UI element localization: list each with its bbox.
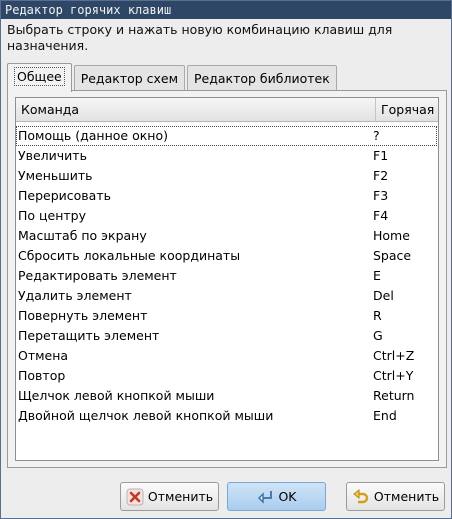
- hotkey-cell: F2: [373, 168, 389, 183]
- tab-panel-general: Команда Горячая к Помощь (данное окно)?У…: [7, 90, 447, 468]
- table-row[interactable]: Увеличить F1: [16, 146, 438, 166]
- tab-library-editor[interactable]: Редактор библиотек: [187, 65, 337, 92]
- hotkey-cell: Ctrl+Y: [373, 368, 414, 383]
- tab-bar: Общее Редактор схем Редактор библиотек: [7, 63, 337, 92]
- table-row[interactable]: Удалить элемент Del: [16, 286, 438, 306]
- command-cell: Повернуть элемент: [18, 308, 148, 323]
- command-cell: По центру: [18, 208, 87, 223]
- hotkey-cell: E: [373, 268, 381, 283]
- tab-library-editor-label: Редактор библиотек: [194, 71, 330, 86]
- window-title-bar[interactable]: Редактор горячих клавиш: [1, 1, 451, 19]
- table-row[interactable]: По центру F4: [16, 206, 438, 226]
- column-header-command[interactable]: Команда: [16, 98, 376, 122]
- revert-button-label: Отменить: [373, 489, 440, 504]
- tab-general[interactable]: Общее: [7, 63, 72, 92]
- hotkey-cell: Return: [373, 388, 415, 403]
- column-header-hotkey[interactable]: Горячая к: [376, 98, 438, 122]
- command-cell: Двойной щелчок левой кнопкой мыши: [18, 408, 274, 423]
- enter-arrow-icon: [258, 490, 273, 504]
- command-cell: Удалить элемент: [18, 288, 132, 303]
- hotkey-cell: Home: [373, 228, 410, 243]
- hotkey-cell: F1: [373, 148, 389, 163]
- hotkey-cell: R: [373, 308, 382, 323]
- command-cell: Помощь (данное окно): [18, 128, 168, 143]
- table-row[interactable]: Двойной щелчок левой кнопкой мыши End: [16, 406, 438, 426]
- instruction-text: Выбрать строку и нажать новую комбинацию…: [7, 22, 393, 53]
- cancel-button-label: Отменить: [147, 489, 214, 504]
- hotkey-cell: End: [373, 408, 397, 423]
- ok-button-label: OK: [278, 489, 297, 504]
- command-cell: Отмена: [18, 348, 69, 363]
- table-row[interactable]: Щелчок левой кнопкой мыши Return: [16, 386, 438, 406]
- table-row[interactable]: Масштаб по экрану Home: [16, 226, 438, 246]
- hotkey-cell: Ctrl+Z: [373, 348, 415, 363]
- table-row[interactable]: Перетащить элемент G: [16, 326, 438, 346]
- table-row[interactable]: Перерисовать F3: [16, 186, 438, 206]
- command-cell: Перерисовать: [18, 188, 111, 203]
- table-row[interactable]: Сбросить локальные координаты Space: [16, 246, 438, 266]
- table-row[interactable]: Повтор Ctrl+Y: [16, 366, 438, 386]
- table-row[interactable]: Повернуть элемент R: [16, 306, 438, 326]
- revert-button[interactable]: Отменить: [346, 482, 445, 511]
- hotkey-table: Команда Горячая к Помощь (данное окно)?У…: [15, 97, 439, 461]
- table-row[interactable]: Уменьшить F2: [16, 166, 438, 186]
- command-cell: Сбросить локальные координаты: [18, 248, 241, 263]
- command-cell: Увеличить: [18, 148, 87, 163]
- table-row[interactable]: Редактировать элемент E: [16, 266, 438, 286]
- hotkey-cell: G: [373, 328, 383, 343]
- table-header: Команда Горячая к: [16, 98, 438, 122]
- cancel-x-icon: [126, 488, 144, 505]
- table-row[interactable]: Отмена Ctrl+Z: [16, 346, 438, 366]
- command-cell: Щелчок левой кнопкой мыши: [18, 388, 215, 403]
- ok-button[interactable]: OK: [227, 482, 326, 511]
- command-cell: Повтор: [18, 368, 66, 383]
- window-title: Редактор горячих клавиш: [5, 3, 172, 17]
- tab-schematic-editor[interactable]: Редактор схем: [73, 65, 186, 92]
- hotkey-cell: F4: [373, 208, 389, 223]
- hotkey-cell: F3: [373, 188, 389, 203]
- table-body: Помощь (данное окно)? Увеличить F1 Уменьшит…: [16, 126, 438, 426]
- table-row[interactable]: Помощь (данное окно)?: [16, 126, 437, 146]
- tab-schematic-editor-label: Редактор схем: [80, 71, 179, 86]
- command-cell: Уменьшить: [18, 168, 93, 183]
- command-cell: Редактировать элемент: [18, 268, 177, 283]
- tab-general-label: Общее: [14, 67, 65, 86]
- cancel-button[interactable]: Отменить: [120, 482, 219, 511]
- hotkey-editor-window: Редактор горячих клавиш Выбрать строку и…: [0, 0, 452, 519]
- hotkey-cell: ?: [373, 128, 380, 143]
- hotkey-cell: Del: [373, 288, 394, 303]
- hotkey-cell: Space: [373, 248, 412, 263]
- undo-arrow-icon: [353, 488, 369, 503]
- dialog-button-bar: Отменить OK Отменить: [1, 477, 451, 517]
- command-cell: Масштаб по экрану: [18, 228, 147, 243]
- command-cell: Перетащить элемент: [18, 328, 160, 343]
